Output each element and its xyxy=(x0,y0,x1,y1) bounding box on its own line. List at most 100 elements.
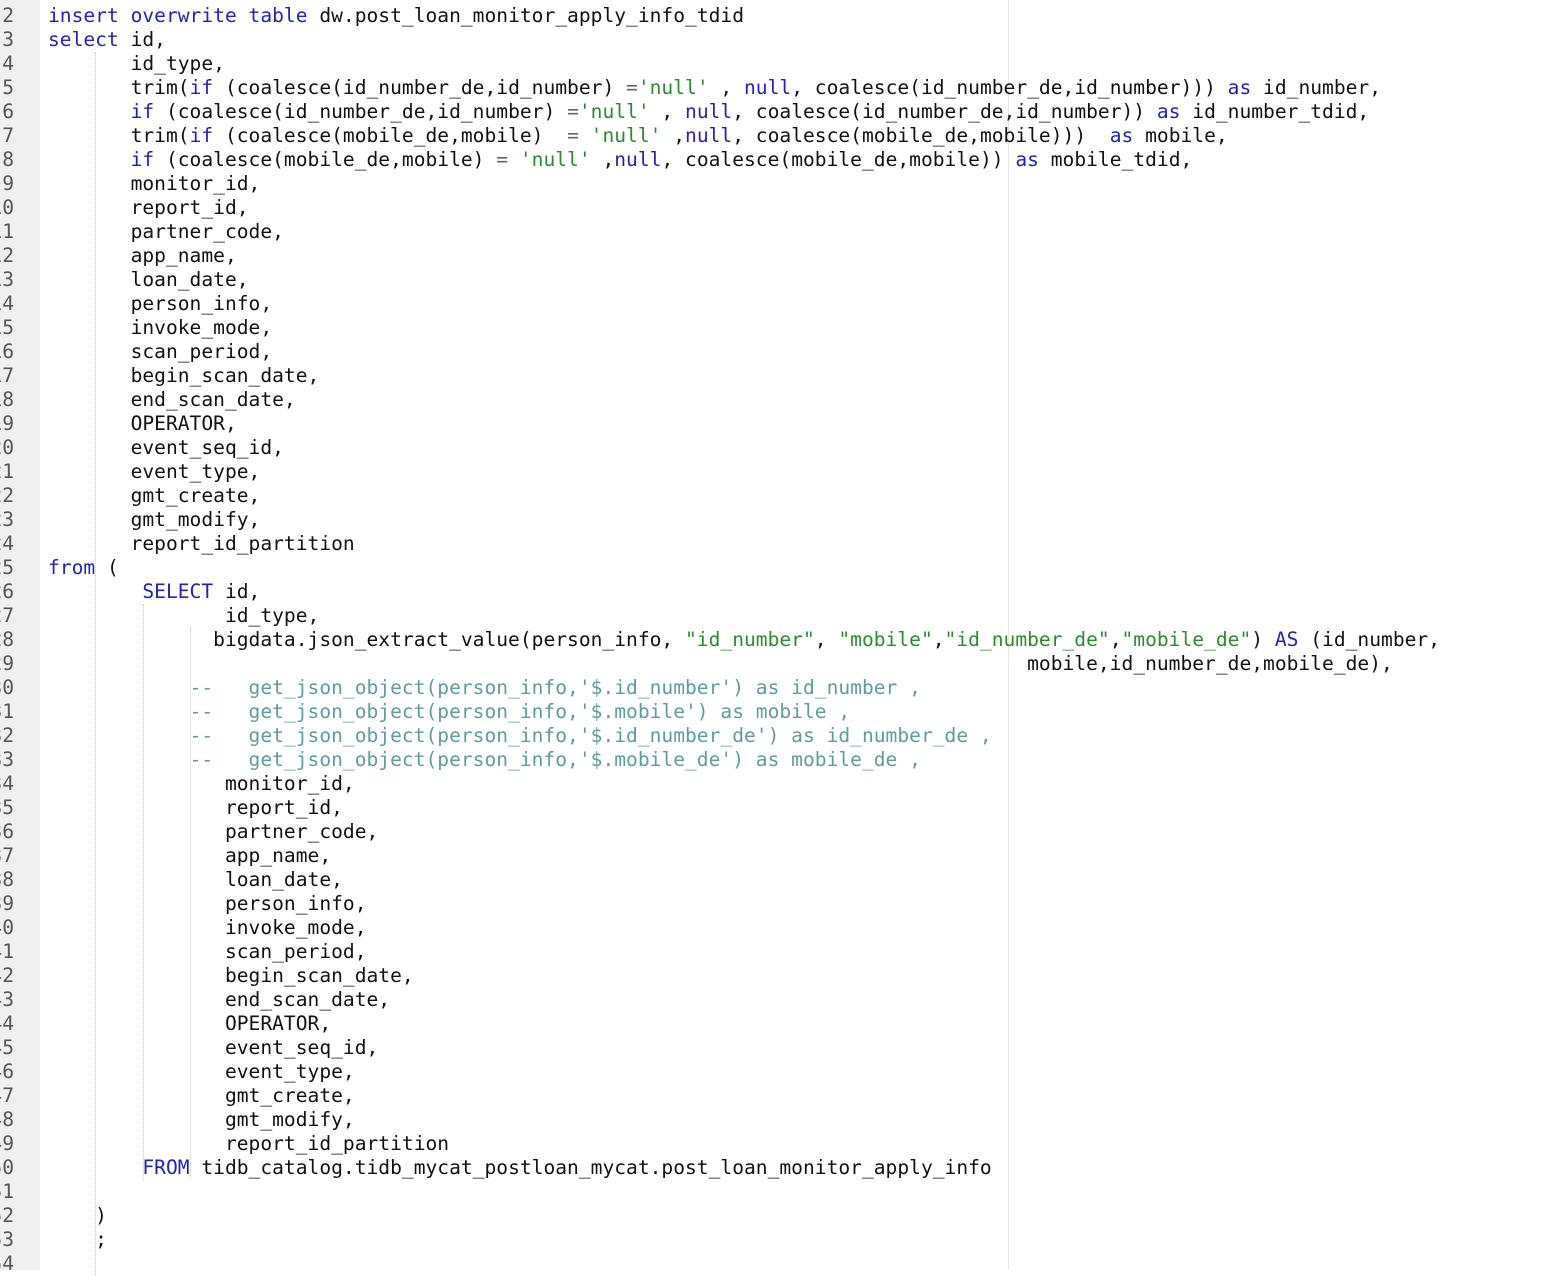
code-token: OPERATOR, xyxy=(48,412,237,435)
line-number: 15 xyxy=(0,316,14,339)
code-line[interactable]: SELECT id, xyxy=(48,580,260,604)
code-token: , coalesce(id_number_de,id_number)) xyxy=(732,100,1157,123)
line-number: 9 xyxy=(2,172,14,195)
code-line[interactable]: begin_scan_date, xyxy=(48,964,414,988)
code-line[interactable]: event_seq_id, xyxy=(48,1036,378,1060)
line-number-gutter: 1234567891011121314151617181920212223242… xyxy=(0,0,40,1270)
line-number: 36 xyxy=(0,820,14,843)
code-line[interactable]: select id, xyxy=(48,28,166,52)
code-line[interactable]: partner_code, xyxy=(48,820,378,844)
code-line[interactable]: report_id, xyxy=(48,196,249,220)
string-token: 'null' xyxy=(590,124,662,147)
code-line[interactable]: gmt_create, xyxy=(48,1084,355,1108)
operator-token: = xyxy=(496,148,509,171)
code-line[interactable]: id_type, xyxy=(48,52,225,76)
code-token: (coalesce(mobile_de,mobile) xyxy=(154,148,497,171)
string-token: 'null' xyxy=(578,100,650,123)
line-number: 29 xyxy=(0,652,14,675)
code-line[interactable]: -- get_json_object(person_info,'$.id_num… xyxy=(48,676,921,700)
code-token: report_id_partition xyxy=(48,532,355,555)
string-token: "mobile" xyxy=(838,628,933,651)
code-line[interactable]: mobile,id_number_de,mobile_de), xyxy=(48,652,1393,676)
keyword-token: if xyxy=(189,76,214,99)
code-line[interactable]: from ( xyxy=(48,556,119,580)
line-number: 45 xyxy=(0,1036,14,1059)
code-line[interactable]: monitor_id, xyxy=(48,772,355,796)
code-token: monitor_id, xyxy=(48,772,355,795)
code-line[interactable]: ; xyxy=(48,1228,107,1252)
comment-token: -- get_json_object(person_info,'$.mobile… xyxy=(189,700,851,723)
code-line[interactable]: app_name, xyxy=(48,244,237,268)
code-line[interactable]: end_scan_date, xyxy=(48,388,296,412)
operator-token: = xyxy=(567,124,579,147)
code-token: begin_scan_date, xyxy=(48,964,414,987)
line-number: 37 xyxy=(0,844,14,867)
code-line[interactable]: insert overwrite table dw.post_loan_moni… xyxy=(48,4,744,28)
code-line[interactable]: bigdata.json_extract_value(person_info, … xyxy=(48,628,1440,652)
code-line[interactable]: report_id_partition xyxy=(48,532,355,556)
comment-token: -- get_json_object(person_info,'$.id_num… xyxy=(189,676,921,699)
code-line[interactable]: event_type, xyxy=(48,1060,355,1084)
line-number: 30 xyxy=(0,676,14,699)
code-line[interactable]: report_id, xyxy=(48,796,343,820)
code-token: mobile, xyxy=(1133,124,1228,147)
keyword-token: select xyxy=(48,28,119,51)
code-line[interactable]: person_info, xyxy=(48,292,273,316)
line-number: 48 xyxy=(0,1108,14,1131)
code-token: ; xyxy=(48,1228,107,1251)
code-line[interactable]: invoke_mode, xyxy=(48,316,273,340)
code-line[interactable]: gmt_modify, xyxy=(48,508,261,532)
line-number: 50 xyxy=(0,1156,14,1179)
line-number: 12 xyxy=(0,244,14,267)
code-line[interactable]: if (coalesce(mobile_de,mobile) = 'null' … xyxy=(48,148,1193,172)
line-number: 14 xyxy=(0,292,14,315)
code-line[interactable]: report_id_partition xyxy=(48,1132,449,1156)
operator-token: = xyxy=(626,76,638,99)
keyword-token: if xyxy=(130,148,155,171)
keyword-token: as xyxy=(1109,124,1134,147)
code-token: gmt_modify, xyxy=(48,1108,355,1131)
code-line[interactable]: id_type, xyxy=(48,604,319,628)
code-token: (coalesce(id_number_de,id_number) xyxy=(154,100,568,123)
code-line[interactable]: trim(if (coalesce(id_number_de,id_number… xyxy=(48,76,1381,100)
code-token: , coalesce(mobile_de,mobile))) xyxy=(732,124,1110,147)
code-line[interactable]: partner_code, xyxy=(48,220,284,244)
line-number: 23 xyxy=(0,508,14,531)
code-token: trim( xyxy=(48,76,190,99)
line-number: 4 xyxy=(2,52,14,75)
line-number: 21 xyxy=(0,460,14,483)
code-token: loan_date, xyxy=(48,268,249,291)
code-line[interactable]: gmt_modify, xyxy=(48,1108,355,1132)
code-line[interactable]: OPERATOR, xyxy=(48,412,237,436)
line-number: 52 xyxy=(0,1204,14,1227)
line-number: 54 xyxy=(0,1252,14,1270)
code-line[interactable]: gmt_create, xyxy=(48,484,261,508)
string-token: "mobile_de" xyxy=(1121,628,1252,651)
code-token: (id_number, xyxy=(1298,628,1441,651)
code-line[interactable]: event_type, xyxy=(48,460,261,484)
code-token: id_type, xyxy=(48,52,225,75)
line-number: 17 xyxy=(0,364,14,387)
code-line[interactable]: loan_date, xyxy=(48,268,249,292)
code-line[interactable]: begin_scan_date, xyxy=(48,364,320,388)
code-line[interactable]: -- get_json_object(person_info,'$.mobile… xyxy=(48,748,921,772)
code-token: person_info, xyxy=(48,292,273,315)
code-line[interactable]: end_scan_date, xyxy=(48,988,390,1012)
code-line[interactable]: if (coalesce(id_number_de,id_number) ='n… xyxy=(48,100,1370,124)
code-line[interactable]: ) xyxy=(48,1204,107,1228)
line-number: 24 xyxy=(0,532,14,555)
code-token: partner_code, xyxy=(48,220,284,243)
code-line[interactable]: loan_date, xyxy=(48,868,343,892)
code-token: , xyxy=(661,124,686,147)
code-token: partner_code, xyxy=(48,820,379,843)
code-line[interactable]: trim(if (coalesce(mobile_de,mobile) = 'n… xyxy=(48,124,1228,148)
code-line[interactable]: -- get_json_object(person_info,'$.mobile… xyxy=(48,700,851,724)
keyword-token: SELECT xyxy=(142,580,214,603)
code-line[interactable]: scan_period, xyxy=(48,340,273,364)
code-line[interactable]: event_seq_id, xyxy=(48,436,284,460)
code-line[interactable]: monitor_id, xyxy=(48,172,261,196)
